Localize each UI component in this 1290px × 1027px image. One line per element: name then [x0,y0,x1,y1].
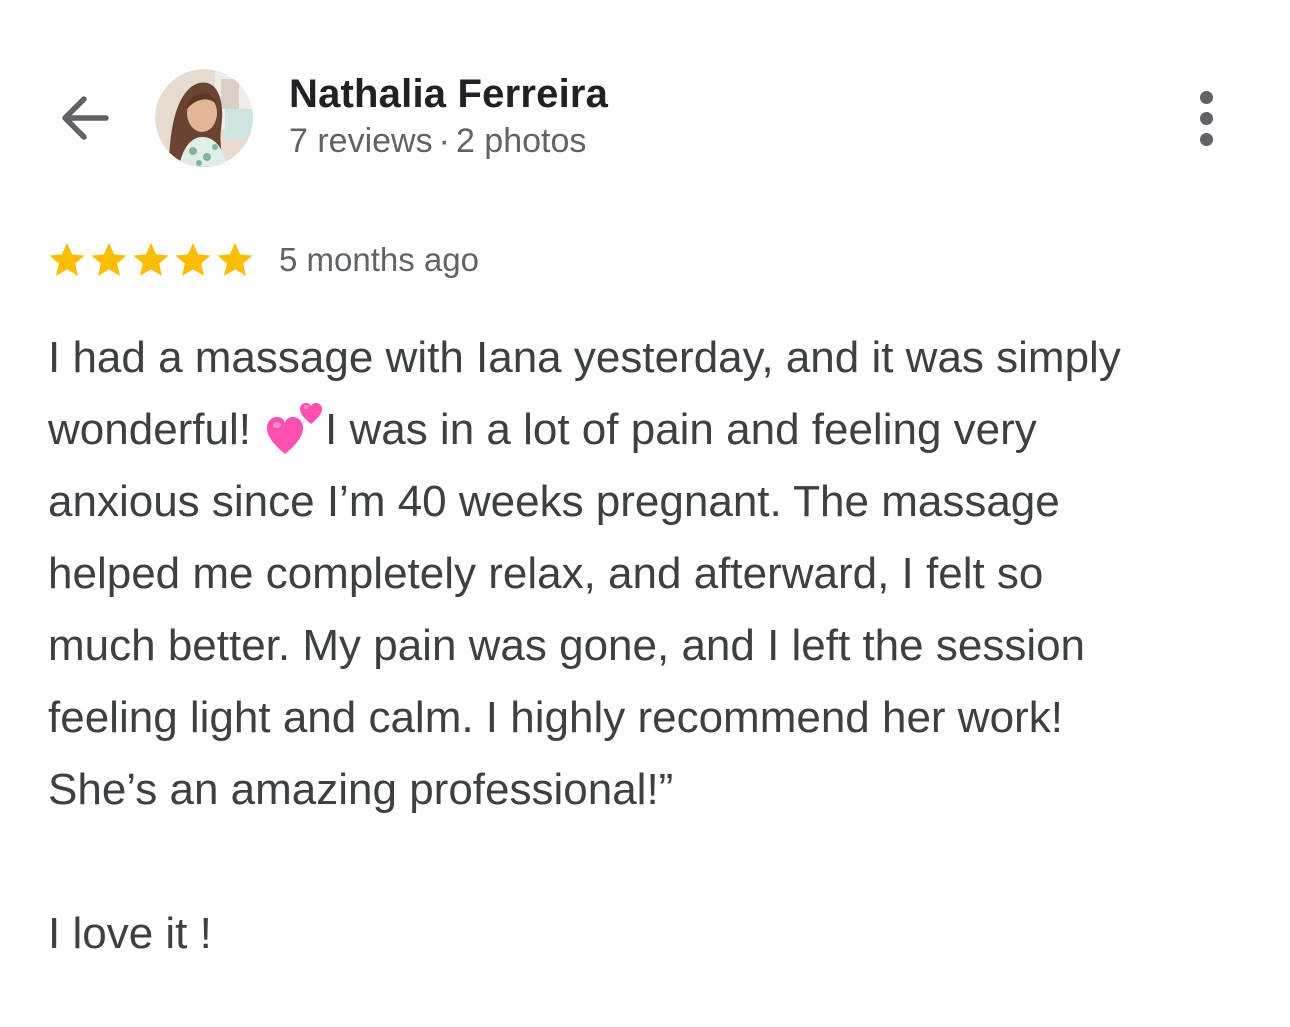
more-options-button[interactable] [1178,84,1234,152]
avatar-photo [155,69,253,167]
photo-count: 2 photos [455,122,587,160]
review-line: feeling light and calm. I highly recomme… [48,693,1063,742]
review-line: helped me completely relax, and afterwar… [48,549,1044,598]
meta-separator: · [438,122,450,160]
reviewer-stats: 7 reviews · 2 photos [289,122,586,161]
revolving-hearts-icon [267,403,323,454]
review-line-text: wonderful! [48,405,252,454]
star-icon [49,243,85,276]
star-icon [175,243,211,276]
more-vert-icon-dot [1199,132,1213,146]
arrow-back-icon [62,96,109,140]
review-line: wonderful! I was in a lot of pain and fe… [48,394,1263,466]
review-date: 5 months ago [279,241,479,278]
avatar[interactable] [155,69,253,167]
review-text: I had a massage with Iana yesterday, and… [48,322,1263,970]
star-icon [91,243,127,276]
review-line: She’s an amazing professional!” [48,765,674,814]
star-icon [133,243,169,276]
review-header: Nathalia Ferreira 7 reviews · 2 photos [0,0,1290,200]
back-button[interactable] [48,82,120,154]
more-vert-icon [1199,90,1213,104]
reviewer-name[interactable]: Nathalia Ferreira [289,72,608,117]
star-icon [217,243,253,276]
rating-row: 5 months ago [47,236,479,284]
star-rating [47,240,255,280]
review-line: much better. My pain was gone, and I lef… [48,621,1086,670]
review-line: I love it ! [48,909,212,958]
more-vert-icon-dot [1199,111,1213,125]
review-line: anxious since I’m 40 weeks pregnant. The… [48,477,1060,526]
review-line-text: I was in a lot of pain and feeling very [325,405,1037,454]
review-line: I had a massage with Iana yesterday, and… [48,333,1121,382]
review-count: 7 reviews [289,122,433,160]
